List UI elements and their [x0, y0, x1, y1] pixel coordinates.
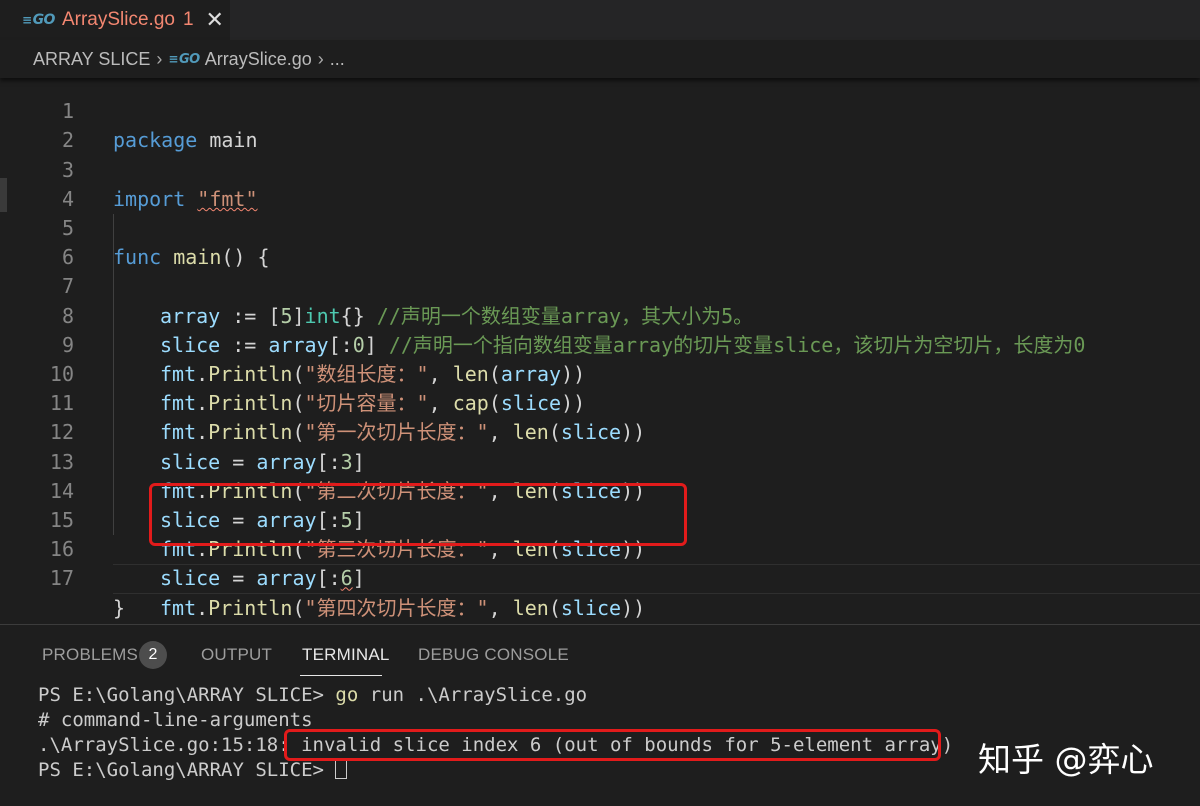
indent-guide: [113, 476, 114, 506]
breadcrumb: ARRAY SLICE › GO ArraySlice.go › ...: [0, 40, 1200, 78]
code-line: 6 array := [5]int{} //声明一个数组变量array，其大小为…: [0, 214, 1200, 328]
chevron-right-icon: ›: [156, 48, 163, 69]
code-line: 2: [0, 97, 1200, 152]
tab-problems[interactable]: PROBLEMS: [42, 645, 138, 665]
terminal-line: .\ArraySlice.go:15:18: invalid slice ind…: [38, 733, 953, 758]
terminal-prompt: PS E:\Golang\ARRAY SLICE>: [38, 759, 336, 781]
code-line: 1 package main: [0, 78, 1200, 152]
indent-guide: [113, 389, 114, 419]
go-file-icon: GO: [168, 52, 200, 67]
code-line: 13 slice = array[:5]: [0, 418, 1200, 532]
go-file-icon: GO: [22, 12, 56, 28]
function-name: len: [512, 595, 549, 620]
code-line: 5 func main() {: [0, 185, 1200, 269]
indent-guide: [113, 447, 114, 477]
code-line: 17 }: [0, 535, 1200, 619]
code-token: (: [292, 595, 305, 620]
indent-guide: [113, 214, 114, 244]
code-token: .: [196, 595, 209, 620]
terminal-line: # command-line-arguments: [38, 709, 313, 731]
tab-output[interactable]: OUTPUT: [201, 645, 272, 665]
current-line-highlight: [113, 564, 1200, 594]
tab-problem-count: 1: [182, 9, 194, 30]
code-line: 8 fmt.Println("数组长度：", len(array)): [0, 272, 1200, 386]
code-line: 4: [0, 156, 1200, 211]
breadcrumb-more[interactable]: ...: [330, 49, 345, 70]
tab-terminal[interactable]: TERMINAL: [302, 645, 390, 665]
code-token: }: [113, 595, 126, 620]
code-line: 16 fmt.Println("第四次切片长度：", len(slice)): [0, 506, 1200, 620]
tab-arrayslice-go[interactable]: GO ArraySlice.go 1 ✕: [0, 0, 230, 40]
active-tab-indicator: [300, 675, 382, 676]
code-line: 10 fmt.Println("第一次切片长度：", len(slice)): [0, 330, 1200, 444]
terminal-line: PS E:\Golang\ARRAY SLICE> go run .\Array…: [38, 683, 587, 708]
terminal-error-message: invalid slice index 6 (out of bounds for…: [301, 734, 954, 756]
code-token: (: [548, 595, 561, 620]
code-editor[interactable]: 1 package main 2 3 import "fmt" 4 5 func…: [0, 78, 1200, 624]
indent-guide: [113, 418, 114, 448]
package-ref: fmt: [160, 595, 197, 620]
indent-guide: [113, 301, 114, 331]
code-text: }: [113, 594, 125, 623]
tab-debug-console[interactable]: DEBUG CONSOLE: [418, 645, 569, 665]
code-line: 12 fmt.Println("第二次切片长度：", len(slice)): [0, 389, 1200, 503]
tab-title: ArraySlice.go: [61, 9, 175, 30]
code-token: ,: [488, 595, 513, 620]
close-icon[interactable]: ✕: [206, 7, 224, 33]
terminal-error-location: .\ArraySlice.go:15:18:: [38, 734, 302, 756]
code-line: 14 fmt.Println("第三次切片长度：", len(slice)): [0, 447, 1200, 561]
variable: slice: [560, 595, 622, 620]
indent-guide: [113, 243, 114, 273]
code-text: fmt.Println("第四次切片长度：", len(slice)): [160, 594, 645, 623]
breadcrumb-file[interactable]: ArraySlice.go: [205, 49, 312, 70]
terminal-cursor: [335, 759, 348, 779]
terminal-command: go: [335, 684, 359, 706]
watermark: 知乎 @弈心: [978, 740, 1154, 779]
indent-guide: [113, 330, 114, 360]
chevron-right-icon: ›: [317, 48, 324, 69]
indent-guide: [113, 272, 114, 302]
terminal-prompt: PS E:\Golang\ARRAY SLICE>: [38, 684, 336, 706]
code-line: 15 slice = array[:6]: [0, 476, 1200, 590]
code-line: 7 slice := array[:0] //声明一个指向数组变量array的切…: [0, 243, 1200, 357]
code-token: )): [621, 595, 646, 620]
editor-tab-bar: GO ArraySlice.go 1 ✕: [0, 0, 1200, 40]
terminal-command-args: run .\ArraySlice.go: [358, 684, 588, 706]
code-line: 3 import "fmt": [0, 126, 1200, 211]
indent-guide: [113, 360, 114, 390]
problems-count-badge: 2: [139, 641, 167, 669]
indent-guide: [113, 506, 114, 536]
string-literal: "第四次切片长度：": [304, 595, 489, 620]
breadcrumb-folder[interactable]: ARRAY SLICE: [33, 49, 150, 70]
code-line: 11 slice = array[:3]: [0, 360, 1200, 474]
terminal-line[interactable]: PS E:\Golang\ARRAY SLICE>: [38, 758, 348, 783]
code-line-current: 18: [0, 564, 1200, 594]
function-name: Println: [208, 595, 293, 620]
code-line: 9 fmt.Println("切片容量：", cap(slice)): [0, 301, 1200, 415]
